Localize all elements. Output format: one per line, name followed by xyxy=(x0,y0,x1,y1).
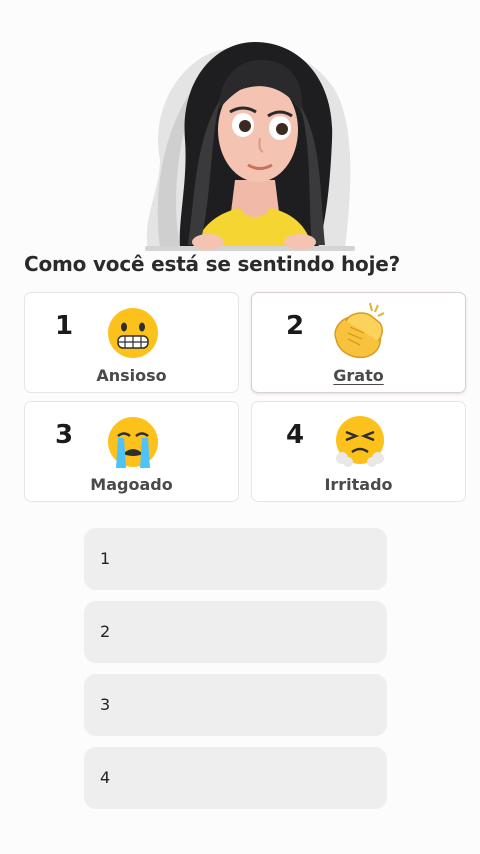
option-label: Grato xyxy=(333,366,384,385)
answer-label: 1 xyxy=(100,549,111,568)
grimacing-face-icon xyxy=(108,308,158,358)
option-label: Ansioso xyxy=(96,366,167,385)
mood-option-4[interactable]: 4 Irritado xyxy=(251,401,466,502)
answer-label: 3 xyxy=(100,695,111,714)
option-number: 4 xyxy=(286,420,305,450)
answer-button-2[interactable]: 2 xyxy=(84,601,387,663)
answer-label: 2 xyxy=(100,622,111,641)
option-number: 3 xyxy=(55,420,74,450)
clapping-hands-icon xyxy=(334,302,385,359)
mood-option-3[interactable]: 3 Magoado xyxy=(24,401,239,502)
answer-label: 4 xyxy=(100,768,111,787)
mood-option-2[interactable]: 2 Grato xyxy=(251,292,466,393)
option-label: Irritado xyxy=(324,475,393,494)
answer-button-1[interactable]: 1 xyxy=(84,528,387,590)
crying-face-icon xyxy=(108,417,158,468)
option-number: 2 xyxy=(286,311,305,341)
question-title: Como você está se sentindo hoje? xyxy=(24,252,401,276)
mood-option-1[interactable]: 1 Ansioso xyxy=(24,292,239,393)
avatar-illustration xyxy=(145,42,355,251)
option-number: 1 xyxy=(55,311,74,341)
angry-face-icon xyxy=(336,416,384,467)
answer-button-4[interactable]: 4 xyxy=(84,747,387,809)
option-label: Magoado xyxy=(90,475,173,494)
answer-button-3[interactable]: 3 xyxy=(84,674,387,736)
